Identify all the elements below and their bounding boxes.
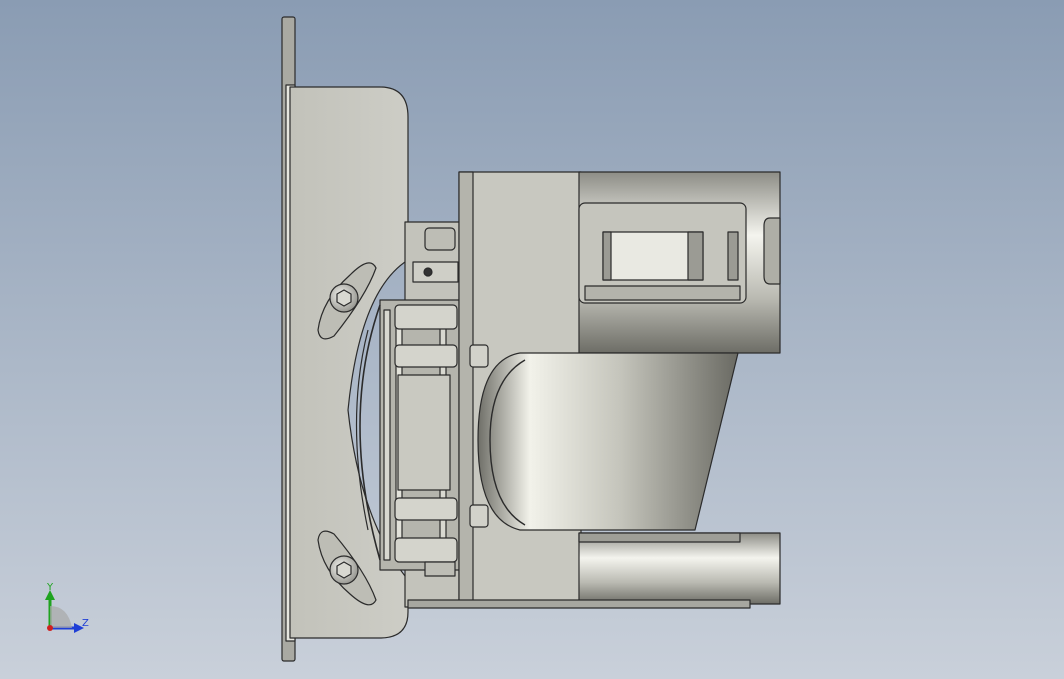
center-block [397, 374, 451, 491]
bolt-hex-lower [336, 561, 352, 579]
guide-rod-1 [383, 309, 391, 561]
barrel-groove [584, 285, 741, 301]
screw-2 [394, 344, 458, 368]
screw-1 [394, 304, 458, 330]
z-axis-label: Z [82, 618, 89, 629]
lower-barrel [578, 532, 781, 605]
bolt-hex-upper [336, 289, 352, 307]
top-clip [424, 227, 456, 251]
window-bar-far [727, 231, 739, 281]
funnel-cone [477, 352, 739, 531]
stud-upper [469, 344, 489, 368]
screw-3 [394, 497, 458, 521]
y-axis-label: Y [46, 582, 54, 593]
window-bar-right [687, 231, 704, 281]
bottom-clip [424, 561, 456, 577]
top-pin [423, 267, 433, 277]
lower-barrel-rim [578, 532, 741, 543]
top-pin-block [412, 261, 459, 283]
stud-lower [469, 504, 489, 528]
barrel-notch [763, 217, 781, 285]
base-strip [407, 599, 751, 609]
screw-4 [394, 537, 458, 563]
mount-plate-edge [458, 171, 474, 605]
triad-origin [47, 625, 53, 631]
graphics-viewport[interactable]: Y Z [0, 0, 1064, 679]
window-bar-left [602, 231, 612, 281]
